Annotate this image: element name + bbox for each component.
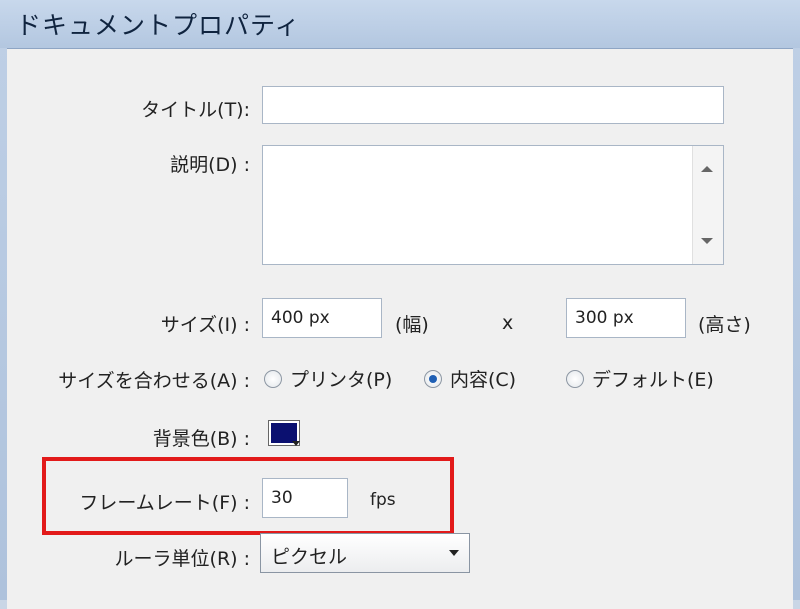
times-symbol: x: [502, 312, 514, 334]
title-label: タイトル(T):: [141, 99, 250, 121]
height-unit-label: (高さ): [698, 314, 751, 336]
title-bar: ドキュメントプロパティ: [0, 0, 800, 48]
scroll-down-icon[interactable]: [701, 238, 713, 244]
ruler-unit-select[interactable]: ピクセル: [260, 533, 470, 573]
description-scrollbar[interactable]: [692, 146, 723, 264]
description-field[interactable]: [262, 145, 724, 268]
radio-content-label: 内容(C): [450, 369, 517, 391]
chevron-down-icon[interactable]: [449, 550, 459, 556]
size-label: サイズ(I) :: [160, 314, 250, 336]
dialog-title: ドキュメントプロパティ: [16, 11, 301, 40]
description-label: 説明(D) :: [170, 154, 250, 176]
description-textarea[interactable]: [263, 146, 695, 268]
radio-content[interactable]: 内容(C): [424, 365, 516, 392]
width-unit-label: (幅): [395, 314, 429, 336]
radio-printer-label: プリンタ(P): [290, 369, 393, 391]
bg-color-swatch[interactable]: [268, 420, 300, 446]
fit-size-label: サイズを合わせる(A) :: [58, 370, 250, 392]
framerate-unit-label: fps: [370, 490, 396, 510]
bg-color-label: 背景色(B) :: [152, 428, 250, 450]
radio-default-icon[interactable]: [566, 369, 584, 388]
height-input[interactable]: [566, 298, 686, 338]
radio-content-icon[interactable]: [424, 369, 442, 388]
radio-default[interactable]: デフォルト(E): [566, 365, 714, 392]
ruler-unit-label: ルーラ単位(R) :: [114, 548, 250, 570]
width-input[interactable]: [262, 298, 382, 338]
framerate-label: フレームレート(F) :: [79, 492, 250, 514]
ruler-unit-value: ピクセル: [271, 546, 348, 568]
radio-printer[interactable]: プリンタ(P): [264, 365, 392, 392]
title-input[interactable]: [262, 86, 724, 124]
dropdown-arrow-icon: [292, 441, 300, 446]
scroll-up-icon[interactable]: [701, 166, 713, 172]
radio-printer-icon[interactable]: [264, 369, 282, 388]
document-properties-dialog: ドキュメントプロパティ タイトル(T): 説明(D) : サイズ(I) : (幅…: [0, 0, 800, 609]
bg-color-fill: [271, 423, 297, 443]
radio-default-label: デフォルト(E): [592, 369, 714, 391]
framerate-input[interactable]: [262, 478, 348, 518]
